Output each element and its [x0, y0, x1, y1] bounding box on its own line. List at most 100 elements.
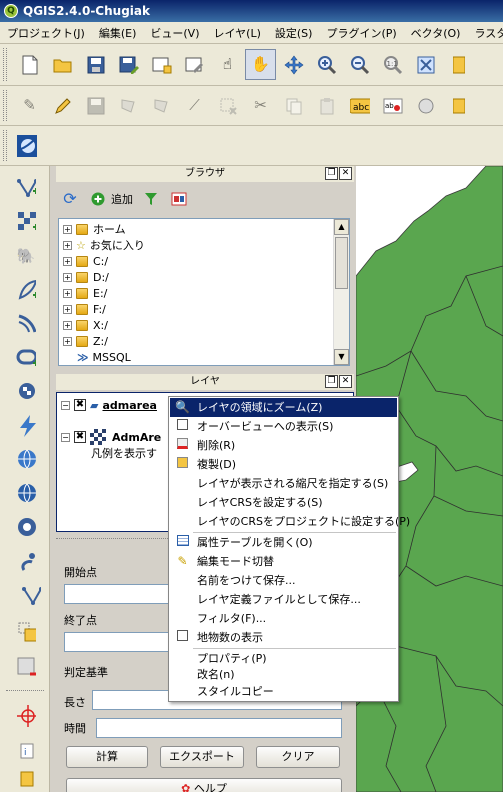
add-mssql-layer-button[interactable] [12, 310, 40, 338]
add-vector-layer-button[interactable] [12, 174, 40, 202]
new-project-button[interactable] [14, 49, 45, 80]
tree-item-drive-e[interactable]: + E:/ [63, 285, 107, 301]
menu-save-layer-definition[interactable]: レイヤ定義ファイルとして保存... [170, 590, 397, 609]
open-project-button[interactable] [47, 49, 78, 80]
remove-layer-button[interactable] [12, 654, 40, 682]
menu-remove[interactable]: 削除(R) [170, 436, 397, 455]
legend-row[interactable]: 凡例を表示す [91, 445, 157, 461]
collapse-icon[interactable]: − [61, 432, 70, 442]
add-delimited-text-button[interactable] [12, 412, 40, 440]
label-layer-button[interactable]: abc [344, 90, 375, 121]
show-hide-labels-button[interactable] [410, 90, 441, 121]
tree-item-home[interactable]: + ホーム [63, 221, 126, 237]
copy-features-button[interactable] [278, 90, 309, 121]
menu-show-in-overview[interactable]: オーバービューへの表示(S) [170, 417, 397, 436]
new-print-composer-button[interactable] [146, 49, 177, 80]
menu-zoom-to-layer[interactable]: 🔍 レイヤの領域にズーム(Z) [170, 398, 397, 417]
pan-map-button[interactable]: ✋ [245, 49, 276, 80]
toolbar-grip[interactable] [3, 130, 7, 161]
expand-icon[interactable]: + [63, 336, 72, 346]
add-postgis-layer-button[interactable]: 🐘 [12, 242, 40, 270]
menu-raster[interactable]: ラスタ(R) [467, 25, 503, 41]
gps-export-button[interactable] [12, 766, 40, 792]
tree-item-favorites[interactable]: + ☆ お気に入り [63, 237, 145, 253]
cut-features-button[interactable]: ✂ [245, 90, 276, 121]
tree-item-drive-z[interactable]: + Z:/ [63, 333, 108, 349]
zoom-selection-button[interactable] [443, 49, 474, 80]
layer-name-admare[interactable]: AdmAre [112, 431, 161, 444]
scroll-up-icon[interactable]: ▲ [334, 219, 349, 235]
layers-close-button[interactable]: ✕ [339, 375, 352, 388]
layer-visibility-checkbox[interactable]: ✖ [74, 399, 86, 411]
tree-item-drive-x[interactable]: + X:/ [63, 317, 108, 333]
clear-button[interactable]: クリア [256, 746, 340, 768]
tree-item-drive-d[interactable]: + D:/ [63, 269, 109, 285]
toolbar-grip[interactable] [3, 90, 7, 121]
menu-set-project-crs-from-layer[interactable]: レイヤのCRSをプロジェクトに設定する(P) [170, 512, 410, 531]
menu-project[interactable]: プロジェクト(J) [0, 25, 92, 41]
save-as-button[interactable] [113, 49, 144, 80]
layer-row-admarea[interactable]: − ✖ ▰ admarea [61, 397, 157, 413]
expand-icon[interactable]: + [63, 256, 72, 266]
scroll-thumb[interactable] [335, 237, 348, 289]
tree-item-drive-c[interactable]: + C:/ [63, 253, 108, 269]
paste-features-button[interactable] [311, 90, 342, 121]
checkbox-icon[interactable] [175, 419, 190, 434]
expand-icon[interactable]: + [63, 240, 72, 250]
toggle-editing-button[interactable] [47, 90, 78, 121]
move-feature-button[interactable] [146, 90, 177, 121]
save-layer-edits-button[interactable] [80, 90, 111, 121]
menu-edit[interactable]: 編集(E) [92, 25, 144, 41]
layer-visibility-checkbox[interactable]: ✖ [74, 431, 86, 443]
add-wcs2-layer-button[interactable] [12, 514, 40, 542]
export-button[interactable]: エクスポート [160, 746, 244, 768]
browser-scrollbar[interactable]: ▲ ▼ [333, 219, 349, 365]
expand-icon[interactable]: + [63, 224, 72, 234]
menu-view[interactable]: ビュー(V) [143, 25, 206, 41]
menu-vector[interactable]: ベクタ(O) [404, 25, 468, 41]
browser-float-button[interactable]: ❐ [325, 167, 338, 180]
expand-icon[interactable]: + [63, 320, 72, 330]
expand-icon[interactable]: + [63, 272, 72, 282]
menu-set-layer-crs[interactable]: レイヤCRSを設定する(S) [170, 493, 397, 512]
filter-funnel-icon[interactable] [141, 189, 161, 209]
node-tool-button[interactable]: ⟋ [179, 90, 210, 121]
gps-tool-button[interactable] [12, 702, 40, 730]
add-layer-button[interactable]: 追加 [88, 189, 133, 209]
pan-to-selection-button[interactable] [278, 49, 309, 80]
menu-plugins[interactable]: プラグイン(P) [319, 25, 403, 41]
menu-filter[interactable]: フィルタ(F)... [170, 609, 397, 628]
layer-name-admarea[interactable]: admarea [102, 399, 157, 412]
zoom-in-button[interactable] [311, 49, 342, 80]
tree-item-drive-f[interactable]: + F:/ [63, 301, 106, 317]
add-gpx-layer-button[interactable] [12, 548, 40, 576]
pin-labels-button[interactable]: ab [377, 90, 408, 121]
add-wcs-layer-button[interactable] [12, 446, 40, 474]
refresh-icon[interactable]: ⟳ [60, 189, 80, 209]
touch-zoom-button[interactable]: ☝ [212, 49, 243, 80]
menu-copy-style[interactable]: スタイルコピー [170, 682, 397, 701]
menu-settings[interactable]: 設定(S) [268, 25, 320, 41]
checkbox-icon[interactable] [175, 630, 190, 645]
layers-float-button[interactable]: ❐ [325, 375, 338, 388]
browser-close-button[interactable]: ✕ [339, 167, 352, 180]
scroll-down-icon[interactable]: ▼ [334, 349, 349, 365]
time-output[interactable] [96, 718, 342, 738]
expand-icon[interactable]: + [63, 304, 72, 314]
zoom-full-button[interactable] [410, 49, 441, 80]
toolbar-grip[interactable] [3, 48, 7, 81]
add-wms-layer-button[interactable] [12, 378, 40, 406]
menu-duplicate[interactable]: 複製(D) [170, 455, 397, 474]
zoom-native-button[interactable]: 1:1 [377, 49, 408, 80]
menu-set-scale-visibility[interactable]: レイヤが表示される縮尺を指定する(S) [170, 474, 397, 493]
composer-manager-button[interactable] [179, 49, 210, 80]
move-label-button[interactable] [443, 90, 474, 121]
calculate-button[interactable]: 計算 [66, 746, 148, 768]
gps-info-button[interactable]: i [12, 736, 40, 764]
layer-row-admarea-sub[interactable]: − ✖ AdmAre [61, 429, 161, 445]
collapse-all-icon[interactable] [169, 189, 189, 209]
current-edits-button[interactable]: ✎ [14, 90, 45, 121]
expand-icon[interactable]: + [63, 288, 72, 298]
help-button[interactable]: ✿ ヘルプ [66, 778, 342, 792]
new-shapefile-layer-button[interactable] [12, 582, 50, 610]
